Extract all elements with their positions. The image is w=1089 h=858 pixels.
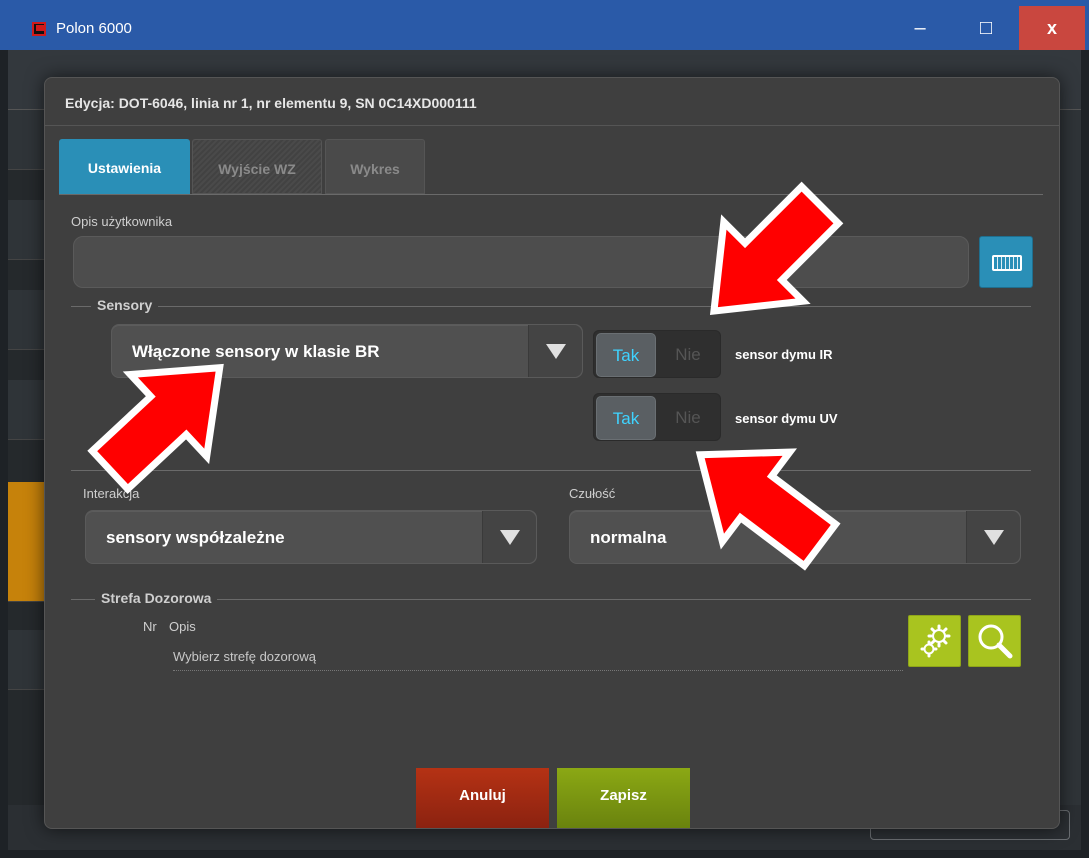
ir-toggle-off[interactable]: Nie (658, 333, 718, 377)
zone-search-button[interactable] (968, 615, 1021, 667)
uv-sensor-label: sensor dymu UV (735, 411, 838, 426)
sensitivity-label: Czułość (569, 486, 616, 501)
window-title: Polon 6000 (56, 20, 132, 37)
ir-toggle-on[interactable]: Tak (596, 333, 656, 377)
app-logo-icon (32, 22, 46, 36)
uv-toggle-on[interactable]: Tak (596, 396, 656, 440)
uv-sensor-toggle[interactable]: Tak Nie (593, 393, 721, 441)
sensitivity-value: normalna (590, 528, 667, 547)
tabs-divider (59, 194, 1043, 195)
tab-wykres[interactable]: Wykres (325, 139, 425, 194)
uv-toggle-off[interactable]: Nie (658, 396, 718, 440)
chevron-down-icon[interactable] (482, 511, 536, 563)
zone-section-label: Strefa Dozorowa (95, 590, 218, 606)
edit-dialog: Edycja: DOT-6046, linia nr 1, nr element… (44, 77, 1060, 829)
sensor-mode-select[interactable]: Włączone sensory w klasie BR (111, 324, 583, 378)
interaction-select[interactable]: sensory współzależne (85, 510, 537, 564)
gears-icon (920, 624, 951, 658)
ir-sensor-label: sensor dymu IR (735, 347, 833, 362)
sensors-section-line (71, 306, 1031, 307)
interaction-label: Interakcja (83, 486, 140, 501)
user-description-input[interactable] (73, 236, 969, 288)
keyboard-icon (992, 255, 1022, 271)
dialog-title: Edycja: DOT-6046, linia nr 1, nr element… (65, 95, 477, 111)
zone-col-desc: Opis (169, 619, 196, 634)
dialog-header: Edycja: DOT-6046, linia nr 1, nr element… (45, 78, 1059, 126)
background-left-column (8, 110, 48, 850)
cancel-button[interactable]: Anuluj (416, 768, 549, 828)
close-button[interactable]: x (1019, 6, 1085, 50)
window-titlebar: Polon 6000 – □ x (0, 0, 1089, 50)
zone-select-field[interactable]: Wybierz strefę dozorową (173, 649, 903, 671)
chevron-down-icon[interactable] (966, 511, 1020, 563)
user-description-label: Opis użytkownika (71, 214, 173, 229)
maximize-button[interactable]: □ (953, 6, 1019, 50)
minimize-button[interactable]: – (887, 6, 953, 50)
sensor-mode-value: Włączone sensory w klasie BR (132, 342, 380, 361)
save-button[interactable]: Zapisz (557, 768, 690, 828)
tab-ustawienia[interactable]: Ustawienia (59, 139, 190, 194)
sensitivity-select[interactable]: normalna (569, 510, 1021, 564)
keyboard-button[interactable] (979, 236, 1033, 288)
section-divider (71, 470, 1031, 471)
interaction-value: sensory współzależne (106, 528, 285, 547)
chevron-down-icon[interactable] (528, 325, 582, 377)
ir-sensor-toggle[interactable]: Tak Nie (593, 330, 721, 378)
sensors-section-label: Sensory (91, 297, 159, 313)
zone-col-nr: Nr (143, 619, 157, 634)
zone-settings-button[interactable] (908, 615, 961, 667)
tab-wyjscie-wz[interactable]: Wyjście WZ (192, 139, 322, 194)
magnifier-icon (978, 624, 1013, 659)
